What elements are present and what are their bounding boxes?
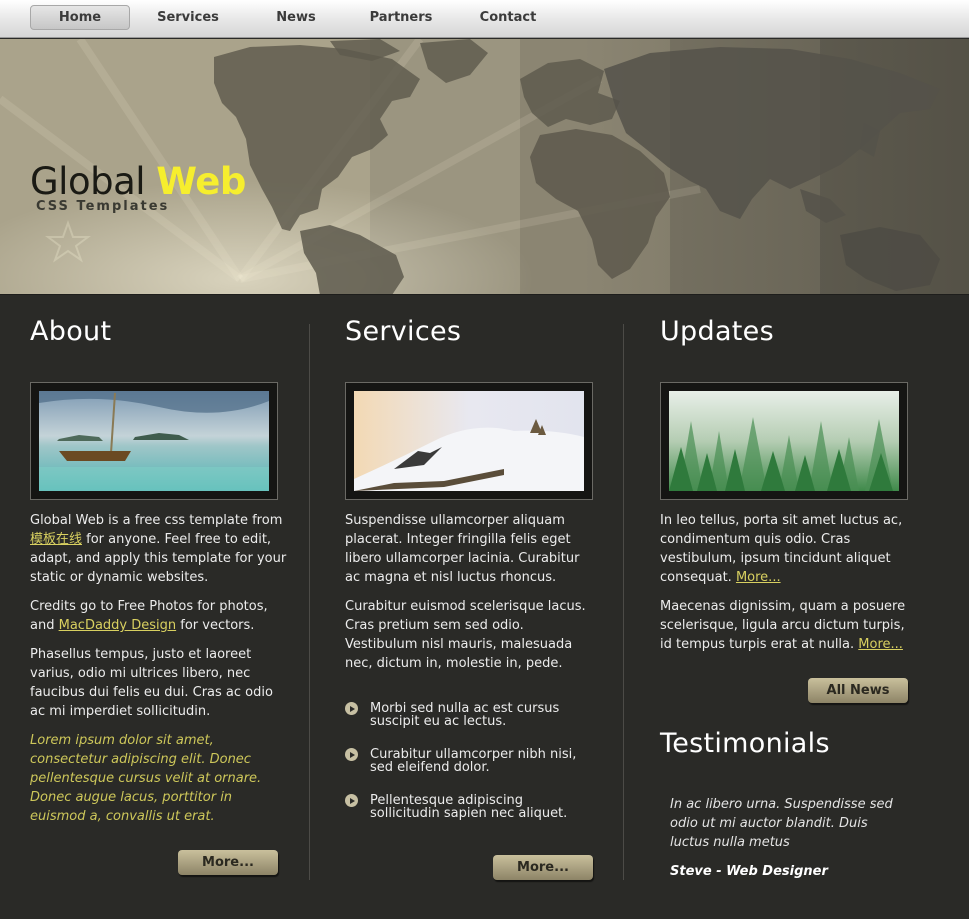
nav-services[interactable]: Services xyxy=(138,5,238,30)
list-item-text: Curabitur ullamcorper nibh nisi, sed ele… xyxy=(370,747,577,775)
updates-more-link-1[interactable]: More... xyxy=(736,570,781,585)
logo-accent-text: Web xyxy=(156,160,246,203)
nav-contact[interactable]: Contact xyxy=(458,5,558,30)
testimonial-author: Steve - Web Designer xyxy=(670,864,828,879)
all-news-button[interactable]: All News xyxy=(808,678,908,703)
about-intro-text: Global Web is a free css template from xyxy=(30,513,283,528)
updates-text-1: In leo tellus, porta sit amet luctus ac,… xyxy=(660,513,903,585)
site-logo[interactable]: Global Web xyxy=(30,160,246,203)
services-heading: Services xyxy=(345,316,462,347)
about-column: About Global Web is a free css template … xyxy=(30,296,290,896)
nav-partners[interactable]: Partners xyxy=(351,5,451,30)
top-navigation: Home Services News Partners Contact xyxy=(0,0,969,38)
services-image-frame xyxy=(345,382,593,500)
macdaddy-design-link[interactable]: MacDaddy Design xyxy=(59,618,177,633)
list-item-text: Morbi sed nulla ac est cursus suscipit e… xyxy=(370,701,560,729)
services-paragraph-2: Curabitur euismod scelerisque lacus. Cra… xyxy=(345,599,586,671)
nav-news[interactable]: News xyxy=(246,5,346,30)
list-item: Morbi sed nulla ac est cursus suscipit e… xyxy=(345,702,595,728)
play-bullet-icon xyxy=(345,748,358,761)
template-site-link[interactable]: 模板在线 xyxy=(30,532,82,547)
list-item-text: Pellentesque adipiscing sollicitudin sap… xyxy=(370,793,568,821)
play-bullet-icon xyxy=(345,702,358,715)
nav-home[interactable]: Home xyxy=(30,5,130,30)
updates-image-frame xyxy=(660,382,908,500)
lake-boat-image xyxy=(39,391,269,491)
about-more-button[interactable]: More... xyxy=(178,850,278,875)
updates-more-link-2[interactable]: More... xyxy=(858,637,903,652)
list-item: Pellentesque adipiscing sollicitudin sap… xyxy=(345,794,595,820)
updates-paragraph-2: Maecenas dignissim, quam a posuere scele… xyxy=(660,597,915,654)
updates-paragraph-1: In leo tellus, porta sit amet luctus ac,… xyxy=(660,511,915,587)
updates-heading: Updates xyxy=(660,316,774,347)
updates-column: Updates In leo tellus, porta sit amet lu… xyxy=(660,296,930,896)
site-tagline: CSS Templates xyxy=(36,199,170,214)
about-credits-paragraph: Credits go to Free Photos for photos, an… xyxy=(30,597,290,635)
about-body-paragraph: Phasellus tempus, justo et laoreet variu… xyxy=(30,647,273,719)
logo-main-text: Global xyxy=(30,160,146,203)
about-italic-paragraph: Lorem ipsum dolor sit amet, consectetur … xyxy=(30,733,262,824)
about-intro-paragraph: Global Web is a free css template from 模… xyxy=(30,511,290,587)
services-paragraph-1: Suspendisse ullamcorper aliquam placerat… xyxy=(345,513,580,585)
testimonials-heading: Testimonials xyxy=(660,728,830,759)
list-item: Curabitur ullamcorper nibh nisi, sed ele… xyxy=(345,748,595,774)
column-divider xyxy=(309,324,310,880)
testimonial-quote: In ac libero urna. Suspendisse sed odio … xyxy=(670,797,893,850)
services-more-button[interactable]: More... xyxy=(493,855,593,880)
forest-image xyxy=(669,391,899,491)
about-heading: About xyxy=(30,316,112,347)
about-image-frame xyxy=(30,382,278,500)
header-banner: Global Web CSS Templates xyxy=(0,39,969,295)
play-bullet-icon xyxy=(345,794,358,807)
credits-text-end: for vectors. xyxy=(180,618,255,633)
services-column: Services Suspendisse ullamcorper aliquam… xyxy=(345,296,605,896)
snowy-hill-image xyxy=(354,391,584,491)
column-divider xyxy=(623,324,624,880)
